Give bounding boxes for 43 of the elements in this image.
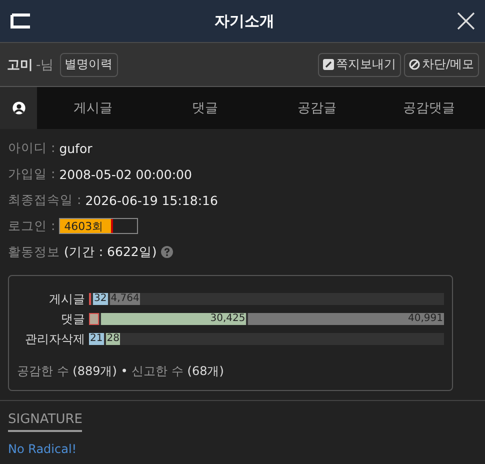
stat-bar-segment: 32 (93, 293, 108, 305)
field-label: 활동정보 (8, 244, 60, 260)
close-icon[interactable] (457, 12, 475, 30)
field-label: 아이디 : (8, 140, 56, 156)
stat-bar-segment: 28 (106, 333, 120, 345)
stat-bar-segment: 30,425 (101, 313, 246, 325)
user-nickname: 고미 (7, 56, 33, 74)
message-button[interactable]: 쪽지보내기 (318, 52, 401, 76)
profile-tab[interactable] (0, 87, 37, 129)
pencil-icon (322, 59, 334, 70)
stat-bar-segment: 4,764 (110, 293, 140, 305)
summary-value: (889개) (72, 364, 117, 378)
field-label: 최종접속일 : (8, 192, 82, 208)
login-count: 4603회 (63, 218, 104, 234)
stat-label: 댓글 (60, 310, 86, 328)
history-button[interactable]: 별명이력 (60, 52, 118, 76)
summary-label: 공감한 수 (17, 364, 70, 378)
tab[interactable]: 게시글 (37, 87, 149, 129)
summary-value: (68개) (187, 364, 224, 378)
user-icon (12, 101, 26, 115)
help-icon[interactable] (160, 246, 173, 258)
back-icon[interactable] (10, 13, 32, 29)
separator-dot: • (120, 364, 129, 378)
stat-label: 관리자삭제 (24, 330, 86, 348)
block-memo-button[interactable]: 차단/메모 (404, 52, 479, 76)
summary-label: 신고한 수 (132, 364, 184, 378)
signature-heading: SIGNATURE (8, 412, 82, 432)
field-value: 2026-06-19 15:18:16 (85, 192, 218, 208)
window-title: 자기소개 (214, 12, 274, 30)
signature-text: No Radical! (8, 442, 78, 456)
stat-bar-segment: 21 (89, 333, 104, 345)
stat-bar-segment: 40,991 (248, 313, 444, 325)
nickname-suffix: -님 (36, 56, 54, 74)
field-label: 가입일 : (8, 166, 56, 182)
tab[interactable]: 공감글 (261, 87, 373, 129)
tab[interactable]: 댓글 (149, 87, 261, 129)
field-label: 로그인 : (8, 218, 56, 234)
activity-period: (기간 : 6622일) (64, 244, 157, 260)
field-value: 2008-05-02 00:00:00 (59, 166, 192, 182)
field-value: gufor (59, 140, 92, 156)
block-icon (408, 59, 420, 70)
stat-label: 게시글 (48, 290, 86, 308)
tab[interactable]: 공감댓글 (373, 87, 485, 129)
